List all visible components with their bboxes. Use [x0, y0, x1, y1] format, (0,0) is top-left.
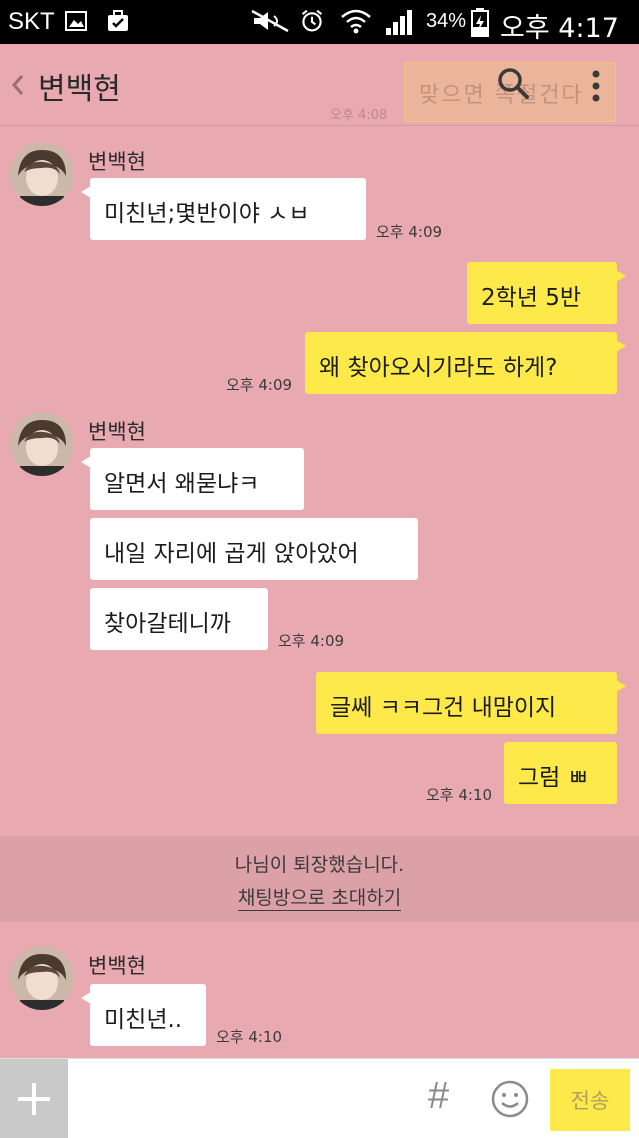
status-bar: SKT 34% 오후 4:17: [0, 0, 639, 44]
message-bubble-outgoing[interactable]: 그럼 ㅃ: [504, 742, 617, 804]
message-text: 왜 찾아오시기라도 하게?: [319, 355, 558, 381]
profile-photo-icon: [10, 412, 74, 476]
battery-percent: 34%: [426, 10, 467, 32]
invite-to-chat-link[interactable]: 채팅방으로 초대하기: [237, 883, 402, 911]
briefcase-icon: [108, 10, 128, 31]
message-bubble-incoming[interactable]: 미친년;몇반이야 ㅅㅂ: [81, 178, 366, 240]
emoji-icon[interactable]: [490, 1079, 530, 1119]
message-time: 오후 4:09: [226, 376, 293, 394]
search-icon[interactable]: [496, 66, 530, 100]
image-icon: [65, 11, 87, 31]
more-menu-icon[interactable]: [590, 68, 602, 104]
message-text: 글쎄 ㅋㅋ그건 내맘이지: [330, 695, 557, 721]
ghost-message-time: 오후 4:08: [330, 108, 388, 123]
plus-icon: [18, 1083, 50, 1115]
hash-button[interactable]: #: [428, 1075, 449, 1118]
carrier-label: SKT: [8, 8, 55, 35]
avatar[interactable]: [10, 946, 74, 1010]
message-bubble-incoming[interactable]: 내일 자리에 곱게 앉아았어: [90, 518, 418, 580]
mute-icon: [251, 9, 289, 33]
message-text: 미친년;몇반이야 ㅅㅂ: [104, 201, 310, 227]
message-bubble-outgoing[interactable]: 왜 찾아오시기라도 하게?: [305, 332, 626, 394]
alarm-icon: [301, 9, 323, 32]
message-text: 찾아갈테니까: [104, 611, 231, 637]
message-bubble-incoming[interactable]: 찾아갈테니까: [90, 588, 268, 650]
chat-title: 변백현: [38, 72, 121, 107]
sender-name: 변백현: [88, 954, 146, 978]
message-text: 알면서 왜묻냐ㅋ: [104, 471, 260, 497]
battery-icon: [471, 8, 489, 37]
send-button[interactable]: 전송: [550, 1069, 630, 1131]
message-bubble-incoming[interactable]: 미친년..: [81, 984, 206, 1046]
user-left-notice: 나님이 퇴장했습니다.: [234, 854, 405, 876]
avatar[interactable]: [10, 142, 74, 206]
profile-photo-icon: [10, 946, 74, 1010]
attach-plus-button[interactable]: [0, 1059, 68, 1138]
message-text: 내일 자리에 곱게 앉아았어: [104, 541, 359, 567]
signal-icon: [386, 10, 412, 35]
message-input[interactable]: [80, 1071, 410, 1127]
message-time: 오후 4:09: [376, 223, 443, 241]
back-chevron-icon[interactable]: [8, 70, 28, 100]
message-bubble-outgoing[interactable]: 글쎄 ㅋㅋ그건 내맘이지: [316, 672, 626, 734]
chat-header: 변백현 맞으면 쪽절건다 오후 4:08: [0, 44, 639, 126]
message-text: 미친년..: [104, 1007, 183, 1033]
message-input-bar: # 전송: [0, 1058, 639, 1138]
sender-name: 변백현: [88, 150, 146, 174]
profile-photo-icon: [10, 142, 74, 206]
sender-name: 변백현: [88, 420, 146, 444]
message-time: 오후 4:10: [216, 1028, 283, 1046]
message-time: 오후 4:10: [426, 786, 493, 804]
wifi-icon: [341, 9, 371, 34]
status-clock: 오후 4:17: [500, 13, 619, 44]
message-bubble-incoming[interactable]: 알면서 왜묻냐ㅋ: [81, 448, 304, 510]
system-notice: 나님이 퇴장했습니다. 채팅방으로 초대하기: [0, 836, 639, 922]
message-time: 오후 4:09: [278, 632, 345, 650]
avatar[interactable]: [10, 412, 74, 476]
message-text: 그럼 ㅃ: [518, 765, 589, 791]
message-text: 2학년 5반: [481, 285, 582, 311]
message-bubble-outgoing[interactable]: 2학년 5반: [467, 262, 626, 324]
